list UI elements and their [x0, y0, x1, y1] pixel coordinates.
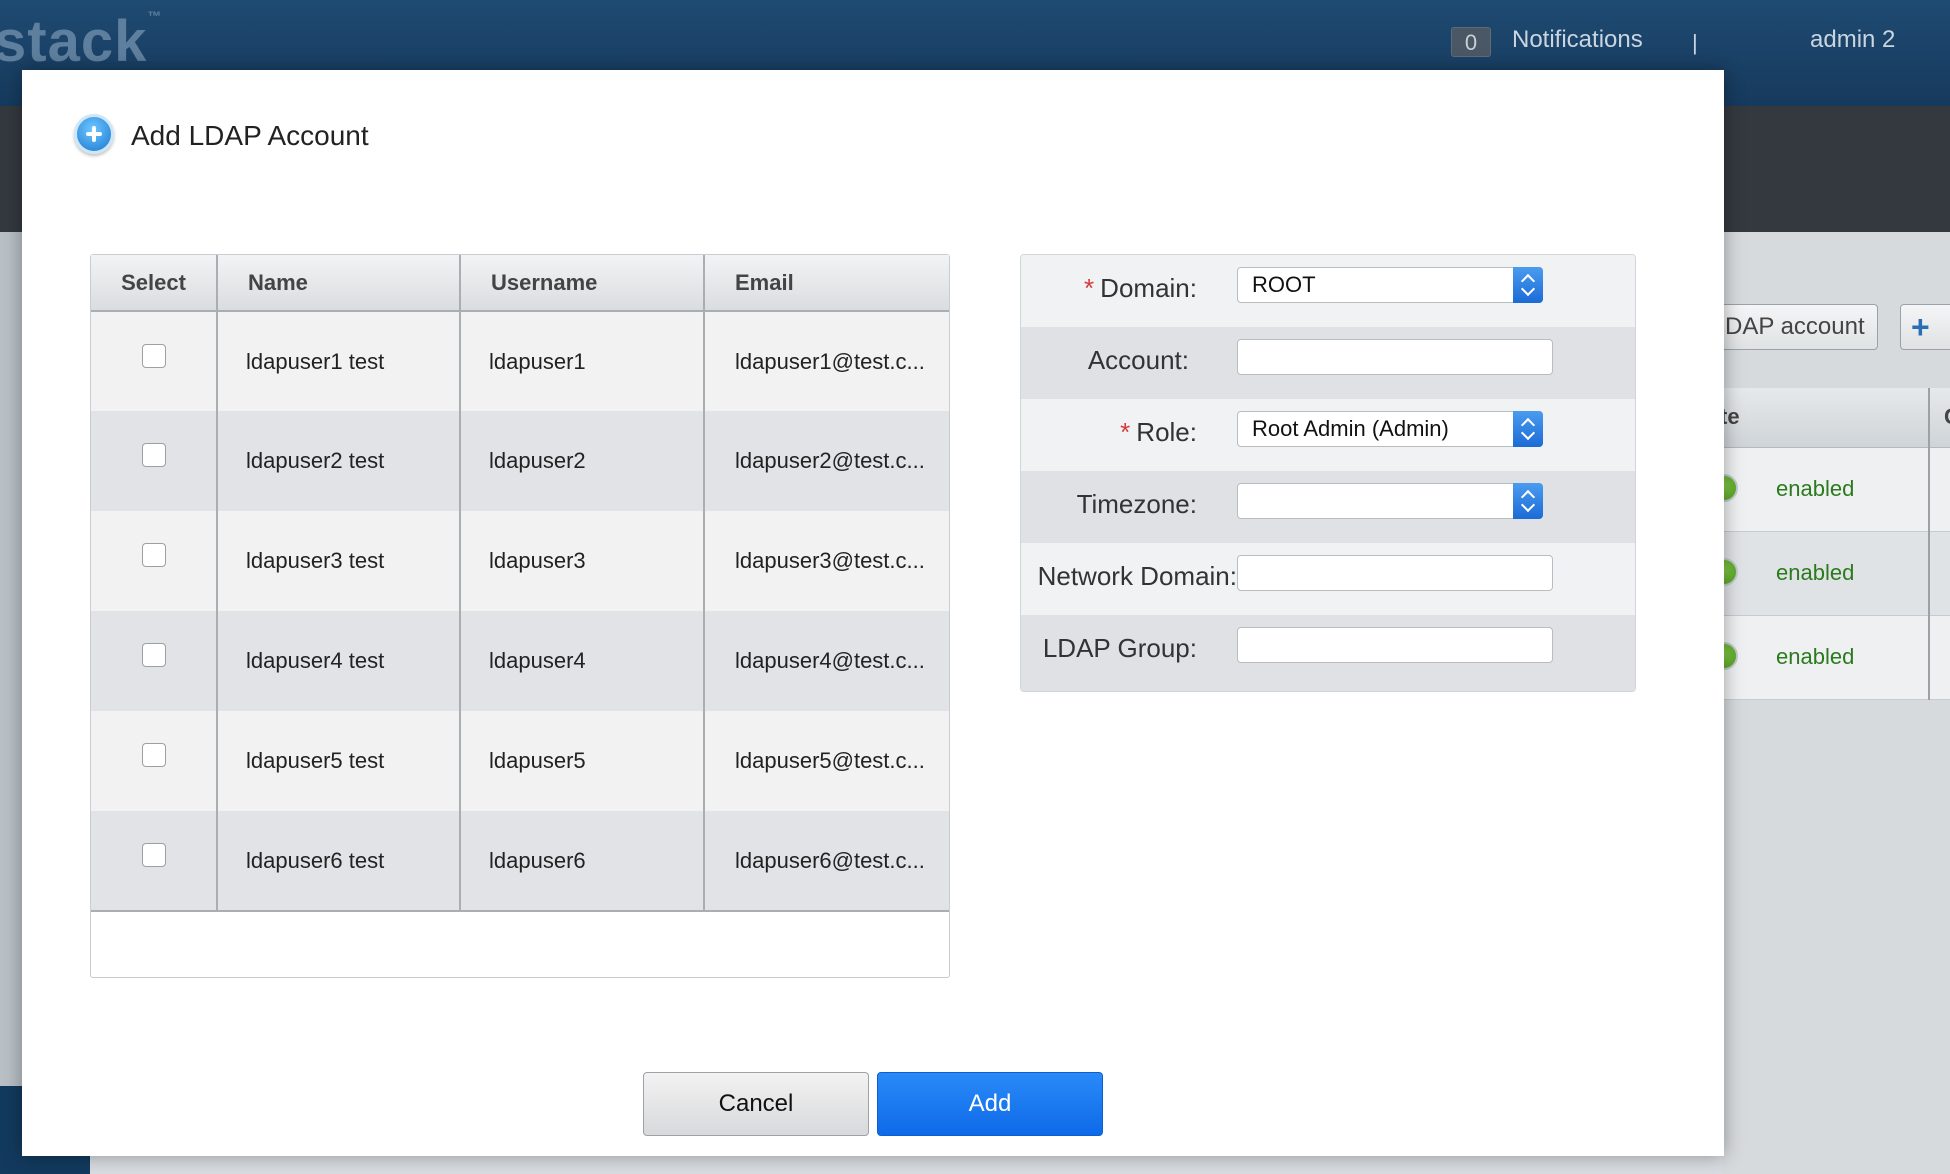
add-ldap-account-button[interactable]: DAP account [1700, 304, 1878, 350]
account-input[interactable] [1237, 339, 1553, 375]
ldap-group-input[interactable] [1237, 627, 1553, 663]
add-account-button[interactable]: + [1900, 304, 1950, 350]
select-arrows-icon [1513, 267, 1543, 303]
timezone-select[interactable] [1237, 483, 1543, 519]
select-checkbox[interactable] [141, 842, 166, 867]
role-label: * Role: [1120, 417, 1197, 448]
column-header-email[interactable]: Email [704, 255, 949, 312]
ldap-users-table: Select Name Username Email ldapuser1 tes… [91, 255, 949, 912]
select-checkbox[interactable] [141, 743, 166, 768]
sidebar [0, 232, 22, 1174]
table-row[interactable]: enabled [1710, 448, 1950, 532]
role-select[interactable]: Root Admin (Admin) [1237, 411, 1543, 447]
background-table-header [1722, 388, 1950, 448]
account-form: * Domain: ROOT Account: * Role: Root Admin… [1020, 254, 1636, 692]
table-row[interactable]: ldapuser2 test ldapuser2 ldapuser2@test.… [91, 411, 949, 511]
form-row-network-domain: Network Domain: [1021, 543, 1635, 615]
select-checkbox[interactable] [141, 543, 166, 568]
domain-label: * Domain: [1084, 273, 1197, 304]
table-row[interactable]: ldapuser3 test ldapuser3 ldapuser3@test.… [91, 511, 949, 611]
select-arrows-icon [1513, 411, 1543, 447]
username-cell: ldapuser3 [460, 511, 705, 611]
column-header-username[interactable]: Username [460, 255, 705, 312]
username-cell: ldapuser1 [460, 311, 705, 411]
select-cell [91, 311, 218, 411]
select-checkbox[interactable] [141, 643, 166, 668]
role-label-text: Role: [1136, 417, 1197, 447]
status-text: enabled [1776, 560, 1855, 585]
table-row[interactable]: enabled [1710, 616, 1950, 700]
topbar-separator: | [1692, 30, 1698, 55]
dialog-title: Add LDAP Account [131, 120, 369, 151]
form-row-account: Account: [1021, 327, 1635, 399]
select-cell [91, 511, 218, 611]
email-cell: ldapuser2@test.c... [704, 411, 949, 511]
name-cell: ldapuser3 test [217, 511, 461, 611]
name-cell: ldapuser5 test [217, 711, 461, 811]
account-label: Account: [1087, 345, 1189, 375]
username-cell: ldapuser2 [460, 411, 705, 511]
email-cell: ldapuser5@test.c... [704, 711, 949, 811]
notifications-count-badge[interactable]: 0 [1451, 27, 1491, 57]
table-row[interactable]: enabled [1710, 532, 1950, 616]
name-cell: ldapuser4 test [217, 611, 461, 711]
email-cell: ldapuser3@test.c... [704, 511, 949, 611]
add-button[interactable]: Add [877, 1072, 1103, 1136]
domain-select-value: ROOT [1252, 272, 1316, 297]
add-circle-icon [74, 114, 114, 154]
timezone-label: Timezone: [1076, 489, 1197, 519]
role-select-value: Root Admin (Admin) [1252, 416, 1449, 441]
select-cell [91, 411, 218, 511]
background-column-next: C [1944, 404, 1950, 430]
form-row-ldap-group: LDAP Group: [1021, 615, 1635, 691]
column-header-name[interactable]: Name [217, 255, 461, 312]
background-column-divider [1928, 388, 1930, 700]
name-cell: ldapuser2 test [217, 411, 461, 511]
column-header-select[interactable]: Select [91, 255, 218, 312]
notifications-link[interactable]: Notifications [1512, 26, 1643, 54]
select-cell [91, 811, 218, 912]
email-cell: ldapuser6@test.c... [704, 811, 949, 912]
form-row-timezone: Timezone: [1021, 471, 1635, 543]
table-row[interactable]: ldapuser4 test ldapuser4 ldapuser4@test.… [91, 611, 949, 711]
select-checkbox[interactable] [141, 443, 166, 468]
background-accounts-panel [1722, 232, 1950, 1174]
status-text: enabled [1776, 644, 1855, 669]
email-cell: ldapuser1@test.c... [704, 311, 949, 411]
network-domain-input[interactable] [1237, 555, 1553, 591]
logo-trademark: ™ [147, 8, 163, 24]
required-marker: * [1120, 417, 1131, 447]
email-cell: ldapuser4@test.c... [704, 611, 949, 711]
select-arrows-icon [1513, 483, 1543, 519]
ldap-users-table-container: Select Name Username Email ldapuser1 tes… [90, 254, 950, 978]
form-row-domain: * Domain: ROOT [1021, 255, 1635, 327]
status-text: enabled [1776, 476, 1855, 501]
username-cell: ldapuser5 [460, 711, 705, 811]
select-cell [91, 611, 218, 711]
table-header-row: Select Name Username Email [91, 255, 949, 312]
select-checkbox[interactable] [141, 343, 166, 368]
app-logo[interactable]: stack™ [0, 8, 162, 75]
network-domain-label: Network Domain: [1037, 561, 1237, 591]
add-ldap-account-dialog: Add LDAP Account Select Name Username Em… [22, 70, 1724, 1156]
required-marker: * [1084, 273, 1095, 303]
name-cell: ldapuser6 test [217, 811, 461, 912]
user-menu[interactable]: admin 2 [1810, 26, 1895, 54]
ldap-group-label: LDAP Group: [1042, 633, 1197, 663]
table-row[interactable]: ldapuser5 test ldapuser5 ldapuser5@test.… [91, 711, 949, 811]
table-row[interactable]: ldapuser1 test ldapuser1 ldapuser1@test.… [91, 311, 949, 411]
username-cell: ldapuser6 [460, 811, 705, 912]
name-cell: ldapuser1 test [217, 311, 461, 411]
select-cell [91, 711, 218, 811]
domain-label-text: Domain: [1100, 273, 1197, 303]
domain-select[interactable]: ROOT [1237, 267, 1543, 303]
username-cell: ldapuser4 [460, 611, 705, 711]
table-row[interactable]: ldapuser6 test ldapuser6 ldapuser6@test.… [91, 811, 949, 912]
cancel-button[interactable]: Cancel [643, 1072, 869, 1136]
form-row-role: * Role: Root Admin (Admin) [1021, 399, 1635, 471]
logo-text: stack [0, 9, 148, 74]
